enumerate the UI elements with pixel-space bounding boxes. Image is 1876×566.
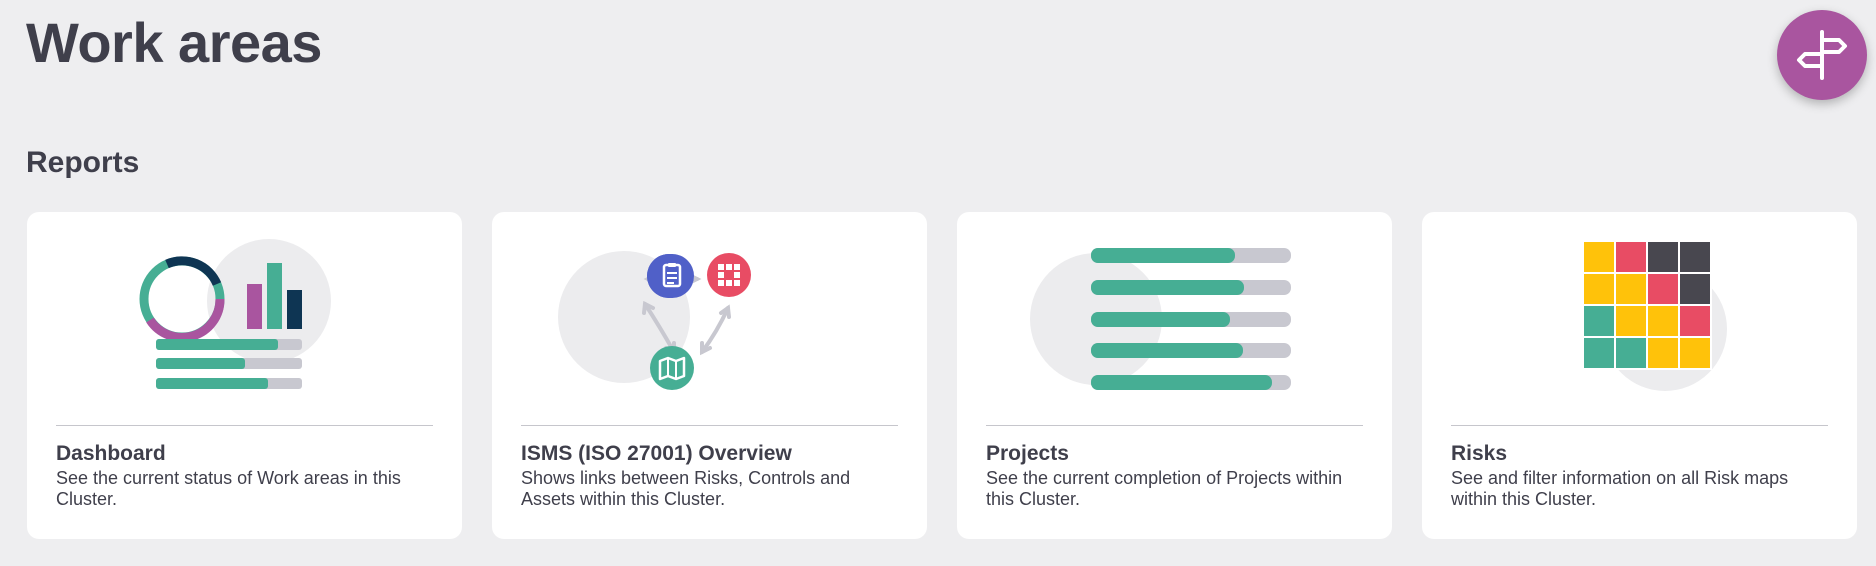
card-description: Shows links between Risks, Controls and … [521,468,851,509]
signpost-icon [1797,30,1847,80]
report-card-dashboard[interactable]: Dashboard See the current status of Work… [27,212,462,539]
isms-nodes-icon [650,253,751,298]
card-description: See the current status of Work areas in … [56,468,401,509]
dashboard-chart-icon [139,239,331,389]
report-card-isms-overview[interactable]: ISMS (ISO 27001) Overview Shows links be… [492,212,927,539]
page-title: Work areas [26,11,322,74]
report-card-risks[interactable]: Risks See and filter information on all … [1422,212,1857,539]
risk-map-icon [1582,240,1727,391]
card-divider [986,425,1363,426]
card-title: Risks [1451,442,1508,465]
card-description: See the current completion of Projects w… [986,468,1343,509]
section-title: Reports [26,146,140,179]
card-description: See and filter information on all Risk m… [1451,468,1789,509]
card-divider [56,425,433,426]
card-title: Dashboard [56,442,166,465]
report-card-projects[interactable]: Projects See the current completion of P… [957,212,1392,539]
card-divider [1451,425,1828,426]
project-bars-icon [1030,248,1291,390]
card-divider [521,425,898,426]
guide-button[interactable] [1777,10,1867,100]
card-title: ISMS (ISO 27001) Overview [521,442,792,465]
card-title: Projects [986,442,1069,465]
